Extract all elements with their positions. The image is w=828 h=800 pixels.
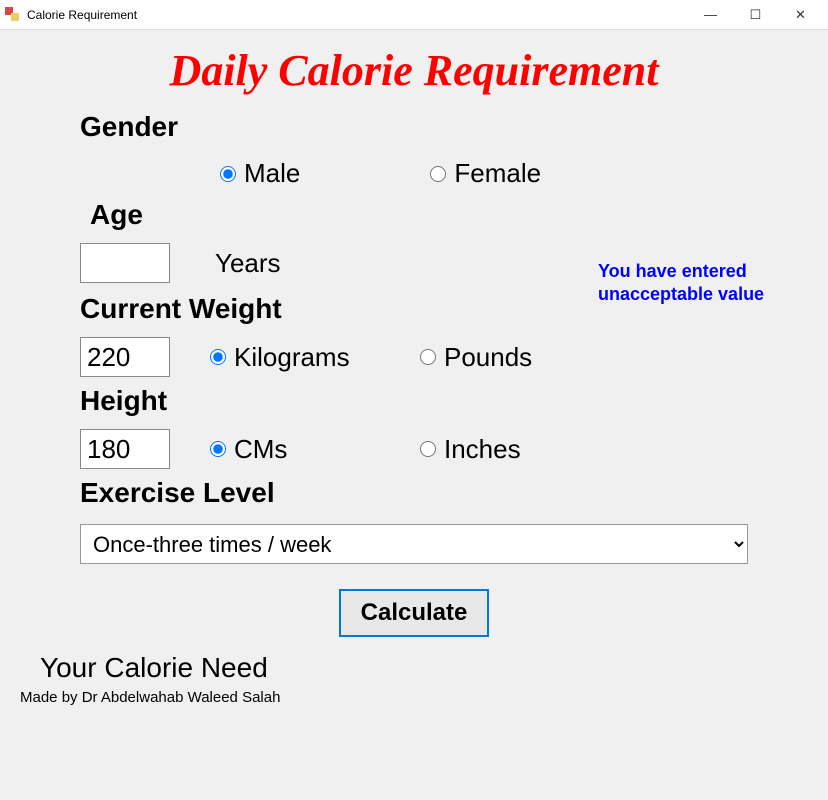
weight-lb-radio[interactable] (420, 349, 436, 365)
result-label: Your Calorie Need (40, 652, 808, 684)
page-title: Daily Calorie Requirement (20, 45, 808, 96)
gender-male-radio[interactable] (220, 166, 236, 182)
weight-lb-option[interactable]: Pounds (420, 342, 532, 373)
gender-label: Gender (80, 111, 808, 143)
weight-kg-radio[interactable] (210, 349, 226, 365)
weight-kg-label: Kilograms (234, 342, 350, 373)
height-in-option[interactable]: Inches (420, 434, 521, 465)
gender-female-option[interactable]: Female (430, 158, 541, 189)
gender-radio-group: Male Female (220, 158, 808, 189)
height-label: Height (80, 385, 808, 417)
form-content: Daily Calorie Requirement Gender Male Fe… (0, 30, 828, 706)
exercise-select[interactable]: Once-three times / week (80, 524, 748, 564)
height-cm-option[interactable]: CMs (210, 434, 420, 465)
height-in-label: Inches (444, 434, 521, 465)
footer-credit: Made by Dr Abdelwahab Waleed Salah (20, 689, 808, 706)
age-input[interactable] (80, 243, 170, 283)
titlebar: Calorie Requirement — ☐ ✕ (0, 0, 828, 30)
error-message: You have entered unacceptable value (598, 260, 778, 307)
weight-kg-option[interactable]: Kilograms (210, 342, 420, 373)
weight-input[interactable] (80, 337, 170, 377)
calculate-button[interactable]: Calculate (339, 589, 490, 637)
age-unit-label: Years (215, 248, 281, 279)
gender-female-radio[interactable] (430, 166, 446, 182)
close-button[interactable]: ✕ (778, 0, 823, 30)
height-input[interactable] (80, 429, 170, 469)
height-row: CMs Inches (80, 429, 808, 469)
age-label: Age (90, 199, 808, 231)
weight-row: Kilograms Pounds (80, 337, 808, 377)
weight-lb-label: Pounds (444, 342, 532, 373)
window-controls: — ☐ ✕ (688, 0, 823, 30)
height-in-radio[interactable] (420, 441, 436, 457)
exercise-row: Once-three times / week (80, 524, 748, 564)
gender-male-label: Male (244, 158, 300, 189)
app-icon (5, 7, 21, 23)
height-cm-label: CMs (234, 434, 287, 465)
minimize-button[interactable]: — (688, 0, 733, 30)
window-title: Calorie Requirement (27, 8, 688, 22)
gender-male-option[interactable]: Male (220, 158, 300, 189)
maximize-button[interactable]: ☐ (733, 0, 778, 30)
gender-female-label: Female (454, 158, 541, 189)
height-cm-radio[interactable] (210, 441, 226, 457)
exercise-label: Exercise Level (80, 477, 808, 509)
